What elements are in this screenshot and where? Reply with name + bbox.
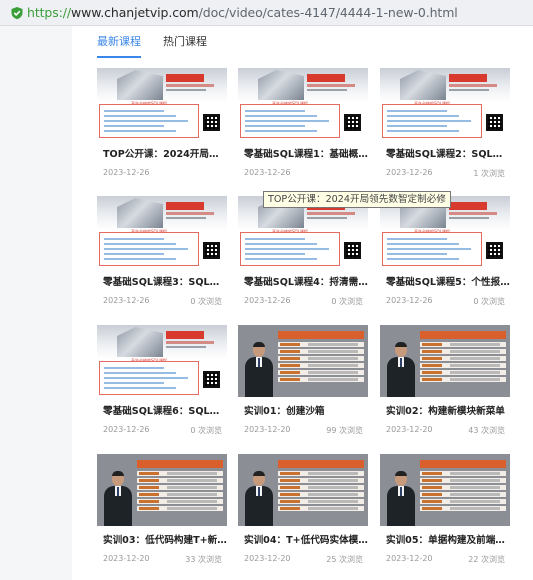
course-meta: 2023-12-26 0 次浏览 <box>386 296 505 307</box>
course-views: 0 次浏览 <box>331 297 363 306</box>
course-meta: 2023-12-26 <box>103 168 222 177</box>
course-date: 2023-12-20 <box>386 554 433 563</box>
course-title[interactable]: 零基础SQL课程3：SQL更新(... <box>103 274 227 288</box>
course-views: 25 次浏览 <box>326 555 363 564</box>
course-date: 2023-12-26 <box>244 168 291 177</box>
course-card[interactable]: 开年必修的SQL课程 TOP公开课：2024开局领先... 2023-12-26 <box>97 68 227 182</box>
course-card[interactable]: 开年必修的SQL课程零基础SQL课程3：SQL更新(... 2023-12-26 0… <box>97 196 227 310</box>
course-date: 2023-12-26 <box>103 168 150 177</box>
course-date: 2023-12-26 <box>103 425 150 434</box>
url-host: www.chanjetvip.com <box>71 5 199 20</box>
course-card[interactable]: 实训03：低代码构建T+新档案 2023-12-20 33 次浏览 <box>97 454 227 568</box>
course-card[interactable]: 开年必修的SQL课程零基础SQL课程2：SQL查询(... 2023-12-26 1… <box>380 68 510 182</box>
course-card[interactable]: 实训04：T+低代码实体模型... 2023-12-20 25 次浏览 <box>238 454 368 568</box>
qr-code-icon <box>344 114 361 131</box>
course-views: 43 次浏览 <box>468 426 505 435</box>
course-title[interactable]: 零基础SQL课程5：个性报表... <box>386 274 510 288</box>
course-meta: 2023-12-20 25 次浏览 <box>244 554 363 565</box>
course-date: 2023-12-20 <box>244 554 291 563</box>
url-scheme: https:// <box>27 5 72 20</box>
course-meta: 2023-12-26 1 次浏览 <box>386 168 505 179</box>
course-date: 2023-12-20 <box>103 554 150 563</box>
course-title[interactable]: 实训02：构建新模块新菜单 <box>386 403 510 417</box>
course-thumbnail[interactable] <box>380 454 510 526</box>
course-title[interactable]: 零基础SQL课程2：SQL查询(... <box>386 146 510 160</box>
course-title[interactable]: 实训01：创建沙箱 <box>244 403 368 417</box>
instructor-photo <box>244 342 274 397</box>
course-views: 1 次浏览 <box>473 169 505 178</box>
course-thumbnail[interactable]: 开年必修的SQL课程 <box>238 68 368 140</box>
course-views: 99 次浏览 <box>326 426 363 435</box>
course-card[interactable]: 实训02：构建新模块新菜单 2023-12-20 43 次浏览 <box>380 325 510 439</box>
address-bar[interactable]: https://www.chanjetvip.com/doc/video/cat… <box>0 0 533 26</box>
title-tooltip: TOP公开课：2024开局领先数智定制必修 <box>263 191 451 208</box>
secure-shield-icon <box>11 6 23 19</box>
course-title[interactable]: 实训03：低代码构建T+新档案 <box>103 532 227 546</box>
tab-popular-courses[interactable]: 热门课程 <box>163 36 207 58</box>
course-thumbnail[interactable] <box>97 454 227 526</box>
qr-code-icon <box>203 371 220 388</box>
course-thumbnail[interactable]: 开年必修的SQL课程 <box>380 68 510 140</box>
course-thumbnail[interactable]: 开年必修的SQL课程 <box>97 325 227 397</box>
tab-latest-courses[interactable]: 最新课程 <box>97 36 141 58</box>
course-card[interactable]: 开年必修的SQL课程零基础SQL课程5：个性报表...2023-12-260 次… <box>380 196 510 310</box>
course-title[interactable]: 实训05：单据构建及前端交... <box>386 532 510 546</box>
instructor-photo <box>103 471 133 526</box>
course-card[interactable]: 实训01：创建沙箱 2023-12-20 99 次浏览 <box>238 325 368 439</box>
course-views: 0 次浏览 <box>473 297 505 306</box>
qr-code-icon <box>203 242 220 259</box>
qr-code-icon <box>486 242 503 259</box>
course-thumbnail[interactable] <box>238 454 368 526</box>
url-text[interactable]: https://www.chanjetvip.com/doc/video/cat… <box>27 5 458 20</box>
url-path: /doc/video/cates-4147/4444-1-new-0.html <box>198 5 458 20</box>
course-meta: 2023-12-26 <box>244 168 363 177</box>
instructor-photo <box>244 471 274 526</box>
course-title[interactable]: TOP公开课：2024开局领先... <box>103 146 227 160</box>
course-title[interactable]: 零基础SQL课程6：SQL函数... <box>103 403 227 417</box>
course-meta: 2023-12-26 0 次浏览 <box>103 296 222 307</box>
course-date: 2023-12-20 <box>244 425 291 434</box>
course-thumbnail[interactable]: 开年必修的SQL课程 <box>97 196 227 268</box>
course-date: 2023-12-26 <box>103 296 150 305</box>
instructor-photo <box>386 471 416 526</box>
qr-code-icon <box>486 114 503 131</box>
course-views: 22 次浏览 <box>468 555 505 564</box>
course-title[interactable]: 零基础SQL课程4：捋清需求(... <box>244 274 368 288</box>
course-date: 2023-12-20 <box>386 425 433 434</box>
course-meta: 2023-12-26 0 次浏览 <box>244 296 363 307</box>
course-title[interactable]: 零基础SQL课程1：基础概念(... <box>244 146 368 160</box>
course-views: 0 次浏览 <box>190 297 222 306</box>
course-meta: 2023-12-20 43 次浏览 <box>386 425 505 436</box>
course-list-panel: 最新课程 热门课程 开年必修的SQL课程 TOP公开课：2024开局领先... 20… <box>72 26 533 580</box>
instructor-photo <box>386 342 416 397</box>
course-card[interactable]: 开年必修的SQL课程零基础SQL课程1：基础概念(... 2023-12-26 <box>238 68 368 182</box>
course-meta: 2023-12-26 0 次浏览 <box>103 425 222 436</box>
course-card[interactable]: 实训05：单据构建及前端交... 2023-12-20 22 次浏览 <box>380 454 510 568</box>
course-thumbnail[interactable] <box>380 325 510 397</box>
course-thumbnail[interactable]: 开年必修的SQL课程 <box>97 68 227 140</box>
course-meta: 2023-12-20 99 次浏览 <box>244 425 363 436</box>
course-title[interactable]: 实训04：T+低代码实体模型... <box>244 532 368 546</box>
qr-code-icon <box>344 242 361 259</box>
course-views: 33 次浏览 <box>185 555 222 564</box>
course-date: 2023-12-26 <box>386 168 433 177</box>
course-card[interactable]: 开年必修的SQL课程零基础SQL课程6：SQL函数... 2023-12-26 0 … <box>97 325 227 439</box>
course-thumbnail[interactable] <box>238 325 368 397</box>
course-date: 2023-12-26 <box>244 296 291 305</box>
course-tabs: 最新课程 热门课程 <box>97 36 207 58</box>
course-meta: 2023-12-20 22 次浏览 <box>386 554 505 565</box>
course-views: 0 次浏览 <box>190 426 222 435</box>
course-date: 2023-12-26 <box>386 296 433 305</box>
course-meta: 2023-12-20 33 次浏览 <box>103 554 222 565</box>
qr-code-icon <box>203 114 220 131</box>
course-card[interactable]: 开年必修的SQL课程零基础SQL课程4：捋清需求(...2023-12-260 … <box>238 196 368 310</box>
